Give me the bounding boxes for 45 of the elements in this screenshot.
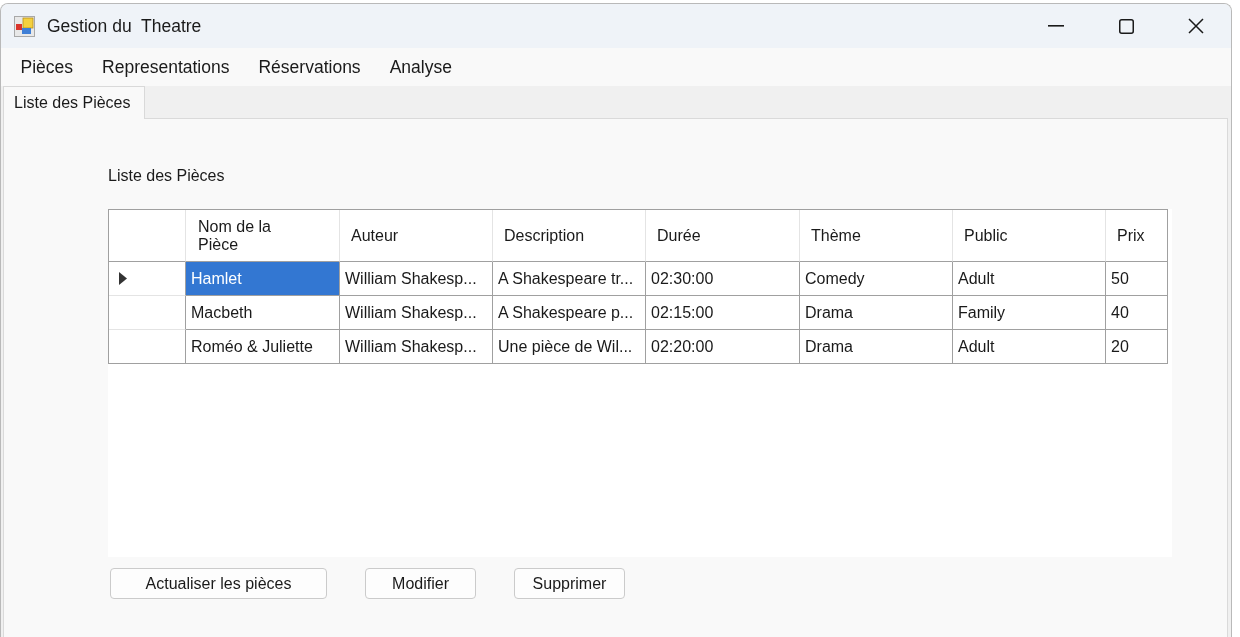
delete-button[interactable]: Supprimer [514, 568, 625, 599]
table-cell[interactable]: A Shakespeare tr... [493, 262, 646, 296]
app-icon [14, 15, 35, 37]
table-cell[interactable]: 02:30:00 [646, 262, 800, 296]
window-title: Gestion du Theatre [47, 15, 202, 37]
edit-button[interactable]: Modifier [365, 568, 476, 599]
column-header[interactable]: Description [493, 210, 646, 262]
column-header[interactable]: Prix [1106, 210, 1168, 262]
menu-item[interactable]: Analyse [375, 52, 467, 82]
table-cell[interactable]: 50 [1106, 262, 1168, 296]
table-cell[interactable]: Drama [800, 330, 953, 364]
table-cell[interactable]: Hamlet [186, 262, 340, 296]
table-cell[interactable]: Drama [800, 296, 953, 330]
menu-item[interactable]: Representations [87, 52, 244, 82]
table-cell[interactable]: Roméo & Juliette [186, 330, 340, 364]
tab[interactable]: Liste des Pièces [3, 86, 145, 119]
table-cell[interactable]: Une pièce de Wil... [493, 330, 646, 364]
table-cell[interactable]: 02:15:00 [646, 296, 800, 330]
section-label: Liste des Pièces [108, 167, 225, 185]
row-header[interactable] [109, 262, 186, 296]
table-cell[interactable]: Family [953, 296, 1106, 330]
row-header[interactable] [109, 330, 186, 364]
column-header[interactable]: Durée [646, 210, 800, 262]
table-cell[interactable]: Macbeth [186, 296, 340, 330]
table-cell[interactable]: 20 [1106, 330, 1168, 364]
table-cell[interactable]: Adult [953, 262, 1106, 296]
table-cell[interactable]: Adult [953, 330, 1106, 364]
column-header[interactable]: Nom de la Pièce [186, 210, 340, 262]
table-cell[interactable]: 40 [1106, 296, 1168, 330]
minimize-icon [1048, 25, 1064, 27]
table-cell[interactable]: Comedy [800, 262, 953, 296]
table-cell[interactable]: William Shakesp... [340, 296, 493, 330]
triangle-icon [119, 272, 127, 285]
table-cell[interactable]: A Shakespeare p... [493, 296, 646, 330]
table-cell[interactable]: William Shakesp... [340, 330, 493, 364]
close-icon [1188, 18, 1204, 34]
menu-item[interactable]: Pièces [6, 52, 88, 82]
menu-item[interactable]: Réservations [244, 52, 376, 82]
column-header[interactable]: Auteur [340, 210, 493, 262]
table-cell[interactable]: 02:20:00 [646, 330, 800, 364]
maximize-icon [1118, 18, 1134, 34]
table-cell[interactable]: William Shakesp... [340, 262, 493, 296]
column-header[interactable]: Thème [800, 210, 953, 262]
column-header[interactable]: Public [953, 210, 1106, 262]
refresh-button[interactable]: Actualiser les pièces [110, 568, 327, 599]
